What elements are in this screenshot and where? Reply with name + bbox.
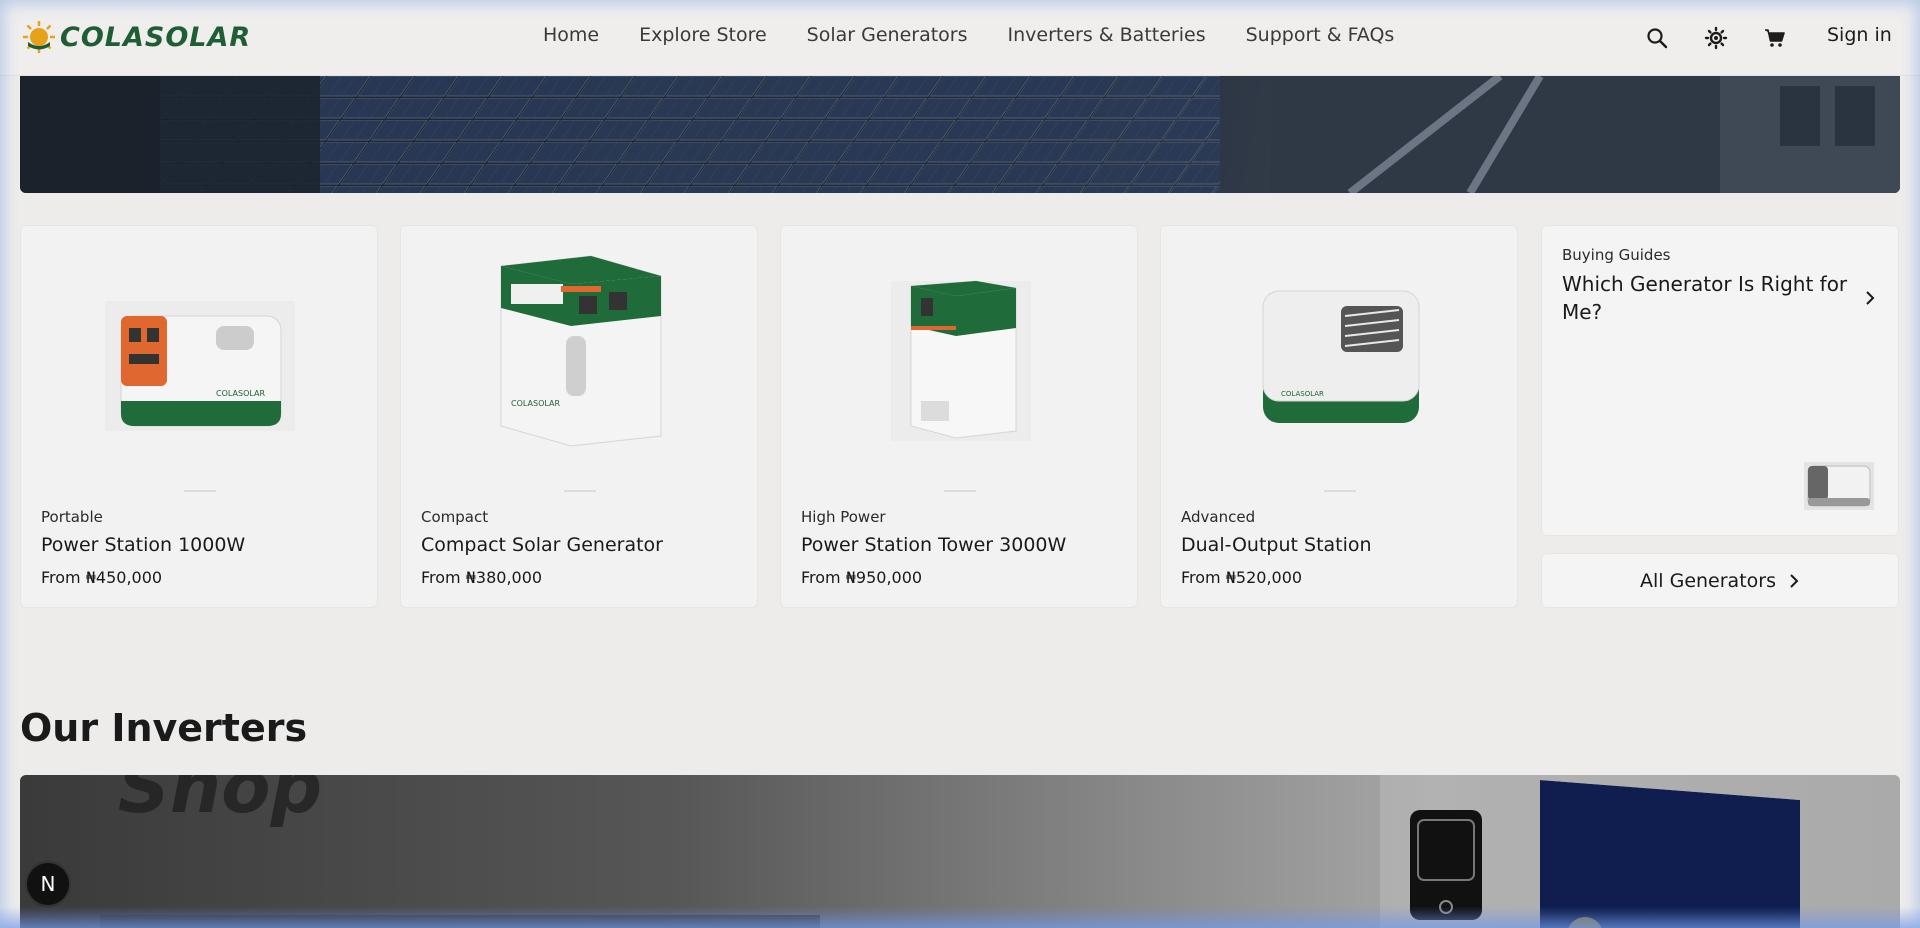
nav-home[interactable]: Home xyxy=(543,24,599,46)
product-name[interactable]: Power Station 1000W xyxy=(41,534,245,556)
guide-category: Buying Guides xyxy=(1562,246,1671,264)
product-category: High Power xyxy=(801,508,886,526)
product-image: COLASOLAR xyxy=(1262,290,1420,423)
image-indicator xyxy=(944,490,976,492)
nav-explore-store[interactable]: Explore Store xyxy=(639,24,767,46)
sun-logo-icon xyxy=(23,21,55,53)
hero-banner-image xyxy=(20,76,1900,193)
image-indicator xyxy=(1324,490,1356,492)
product-image xyxy=(891,280,1031,441)
product-card[interactable]: COLASOLAR Compact Compact Solar Generato… xyxy=(400,225,758,608)
product-name[interactable]: Dual-Output Station xyxy=(1181,534,1372,556)
product-image: COLASOLAR xyxy=(500,255,662,447)
all-generators-label: All Generators xyxy=(1640,569,1776,592)
inverters-banner[interactable]: Shop xyxy=(20,775,1900,928)
guide-thumbnail-image xyxy=(1804,462,1874,510)
chevron-right-icon xyxy=(1790,573,1799,588)
product-name[interactable]: Power Station Tower 3000W xyxy=(801,534,1066,556)
main-nav: Home Explore Store Solar Generators Inve… xyxy=(543,24,1434,46)
product-card[interactable]: High Power Power Station Tower 3000W Fro… xyxy=(780,225,1138,608)
section-title-inverters: Our Inverters xyxy=(20,706,308,750)
brand-logo[interactable]: COLASOLAR xyxy=(22,20,251,54)
cart-icon[interactable] xyxy=(1763,26,1787,50)
svg-text:COLASOLAR: COLASOLAR xyxy=(511,399,560,408)
sign-in-link[interactable]: Sign in xyxy=(1827,24,1892,46)
nav-solar-generators[interactable]: Solar Generators xyxy=(807,24,968,46)
nav-inverters-batteries[interactable]: Inverters & Batteries xyxy=(1008,24,1206,46)
nextjs-dev-badge[interactable]: N xyxy=(27,863,69,905)
nav-support-faqs[interactable]: Support & FAQs xyxy=(1246,24,1395,46)
svg-text:COLASOLAR: COLASOLAR xyxy=(216,389,265,398)
solar-panels-photo xyxy=(20,76,1900,193)
badge-letter: N xyxy=(40,872,56,896)
product-price: From ₦380,000 xyxy=(421,568,543,587)
product-category: Compact xyxy=(421,508,489,526)
product-category: Advanced xyxy=(1181,508,1256,526)
product-card[interactable]: COLASOLAR Advanced Dual-Output Station F… xyxy=(1160,225,1518,608)
buying-guide-card[interactable]: Buying Guides Which Generator Is Right f… xyxy=(1541,225,1899,536)
search-icon[interactable] xyxy=(1645,26,1669,50)
product-price: From ₦950,000 xyxy=(801,568,923,587)
guide-title[interactable]: Which Generator Is Right for Me? xyxy=(1562,270,1852,326)
svg-text:COLASOLAR: COLASOLAR xyxy=(1281,390,1324,398)
all-generators-button[interactable]: All Generators xyxy=(1541,553,1899,608)
product-name[interactable]: Compact Solar Generator xyxy=(421,534,663,556)
image-indicator xyxy=(184,490,216,492)
theme-toggle-icon[interactable] xyxy=(1704,26,1728,50)
product-category: Portable xyxy=(41,508,103,526)
brand-name: COLASOLAR xyxy=(60,21,252,53)
product-image: COLASOLAR xyxy=(105,301,295,431)
image-indicator xyxy=(564,490,596,492)
product-card[interactable]: COLASOLAR Portable Power Station 1000W F… xyxy=(20,225,378,608)
chevron-right-icon xyxy=(1866,291,1875,305)
product-price: From ₦450,000 xyxy=(41,568,163,587)
product-price: From ₦520,000 xyxy=(1181,568,1303,587)
inverter-product-photo xyxy=(100,775,1900,928)
site-header: COLASOLAR Home Explore Store Solar Gener… xyxy=(0,0,1920,76)
